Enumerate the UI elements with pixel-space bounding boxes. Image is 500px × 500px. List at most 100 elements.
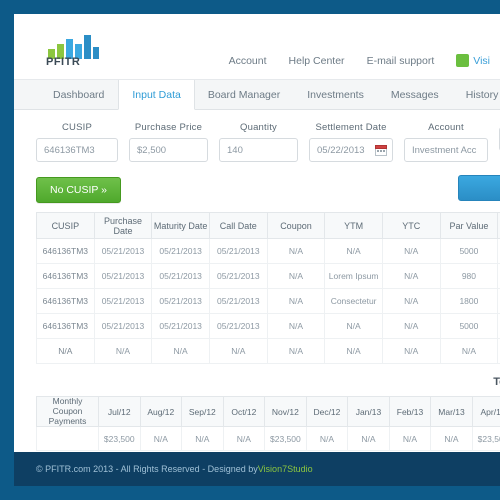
nav-email-support[interactable]: E-mail support xyxy=(367,55,435,67)
form-buttons: No CUSIP » xyxy=(14,162,500,204)
footer-brand[interactable]: Vision7Studio xyxy=(258,464,313,474)
coupon-value-row: $23,500 N/A N/A N/A $23,500 N/A N/A N/A … xyxy=(36,426,500,452)
vision-logo-icon xyxy=(456,54,470,67)
cell-coupon: N/A xyxy=(266,338,326,364)
cell-purchase-date: N/A xyxy=(93,338,153,364)
coupon-col-aug12: Aug/12 xyxy=(139,395,183,428)
cusip-input[interactable]: 646136TM3 xyxy=(36,138,118,162)
header-nav: Account Help Center E-mail support Visi xyxy=(229,54,490,67)
tab-board-manager[interactable]: Board Manager xyxy=(195,80,294,109)
cell-call-date: 05/21/2013 xyxy=(208,238,268,264)
field-label-account: Account xyxy=(428,122,464,133)
cell-purchase-date: 05/21/2013 xyxy=(93,288,153,314)
col-maturity-date[interactable]: Maturity Date xyxy=(151,212,210,239)
results-table: CUSIP Purchase Date Maturity Date Call D… xyxy=(36,212,500,364)
coupon-value: N/A xyxy=(388,426,432,452)
field-cusip: CUSIP 646136TM3 xyxy=(36,122,118,162)
tab-input-data[interactable]: Input Data xyxy=(118,80,195,110)
purchase-price-input[interactable]: $2,500 xyxy=(129,138,208,162)
cell-call-date: 05/21/2013 xyxy=(208,313,268,339)
vision-label: Visi xyxy=(473,54,490,67)
table-header-row: CUSIP Purchase Date Maturity Date Call D… xyxy=(36,212,500,239)
page-header: PFITR Account Help Center E-mail support… xyxy=(14,14,500,80)
field-label-cusip: CUSIP xyxy=(61,122,93,133)
col-par-value[interactable]: Par Value xyxy=(439,212,499,239)
col-call-date[interactable]: Call Date xyxy=(208,212,268,239)
cell-cusip: N/A xyxy=(36,338,95,364)
coupon-col-jul12: Jul/12 xyxy=(98,395,141,428)
calendar-icon[interactable] xyxy=(375,144,387,156)
coupon-value: N/A xyxy=(181,426,224,452)
cell-par-value: 5000 xyxy=(439,313,499,339)
cell-maturity-date: 05/21/2013 xyxy=(151,238,210,264)
settlement-date-input[interactable]: 05/22/2013 xyxy=(309,138,393,162)
col-ytc[interactable]: YTC xyxy=(381,212,441,239)
cell-coupon: N/A xyxy=(266,263,326,289)
col-ytm[interactable]: YTM xyxy=(324,212,383,239)
cell-cusip: 646136TM3 xyxy=(36,263,95,289)
table-row[interactable]: N/A N/A N/A N/A N/A N/A N/A N/A N/A xyxy=(36,338,500,364)
app-window: PFITR Account Help Center E-mail support… xyxy=(14,14,500,486)
cell-cusip: 646136TM3 xyxy=(36,313,95,339)
logo-text: PFITR xyxy=(46,56,81,68)
cell-purchase-date: 05/21/2013 xyxy=(93,313,153,339)
field-label-purchase-price: Purchase Price xyxy=(134,122,203,133)
table-row[interactable]: 646136TM3 05/21/2013 05/21/2013 05/21/20… xyxy=(36,263,500,289)
coupon-col-dec12: Dec/12 xyxy=(305,395,349,428)
table-row[interactable]: 646136TM3 05/21/2013 05/21/2013 05/21/20… xyxy=(36,238,500,264)
coupon-value: N/A xyxy=(305,426,349,452)
cell-maturity-date: 05/21/2013 xyxy=(151,288,210,314)
field-settlement-date: Settlement Date 05/22/2013 xyxy=(309,122,393,162)
coupon-table: Monthly Coupon Payments Jul/12 Aug/12 Se… xyxy=(36,395,500,452)
cell-ytm: N/A xyxy=(324,338,383,364)
table-row[interactable]: 646136TM3 05/21/2013 05/21/2013 05/21/20… xyxy=(36,288,500,314)
settlement-date-value: 05/22/2013 xyxy=(317,144,365,156)
footer-text: © PFITR.com 2013 - All Rights Reserved -… xyxy=(36,464,258,474)
cell-call-date: 05/21/2013 xyxy=(208,288,268,314)
coupon-value: N/A xyxy=(430,426,473,452)
cell-ytm: Lorem Ipsum xyxy=(324,263,383,289)
field-quantity: Quantity 140 xyxy=(219,122,298,162)
cell-coupon: N/A xyxy=(266,288,326,314)
cell-ytc: N/A xyxy=(381,288,441,314)
tab-investments[interactable]: Investments xyxy=(294,80,378,109)
account-input[interactable]: Investment Acc xyxy=(404,138,488,162)
submit-button[interactable] xyxy=(458,175,500,201)
cell-par-value: 980 xyxy=(439,263,499,289)
logo[interactable]: PFITR xyxy=(42,31,104,69)
tab-messages[interactable]: Messages xyxy=(378,80,453,109)
no-cusip-button[interactable]: No CUSIP » xyxy=(36,176,121,203)
coupon-col-mar13: Mar/13 xyxy=(430,395,473,428)
cell-ytc: N/A xyxy=(381,238,441,264)
quantity-input[interactable]: 140 xyxy=(219,138,298,162)
table-row[interactable]: 646136TM3 05/21/2013 05/21/2013 05/21/20… xyxy=(36,313,500,339)
coupon-col-feb13: Feb/13 xyxy=(388,395,432,428)
nav-account[interactable]: Account xyxy=(229,55,267,67)
vision-brand-link[interactable]: Visi xyxy=(456,54,490,67)
coupon-header-row: Monthly Coupon Payments Jul/12 Aug/12 Se… xyxy=(36,395,500,428)
tab-dashboard[interactable]: Dashboard xyxy=(40,80,118,109)
cell-par-value: 5000 xyxy=(439,238,499,264)
tab-history[interactable]: History xyxy=(453,80,500,109)
field-label-settlement-date: Settlement Date xyxy=(315,122,387,133)
field-label-quantity: Quantity xyxy=(240,122,277,133)
results-table-wrap: CUSIP Purchase Date Maturity Date Call D… xyxy=(14,204,500,388)
col-purchase-date[interactable]: Purchase Date xyxy=(93,212,153,239)
coupon-col-sep12: Sep/12 xyxy=(181,395,224,428)
main-tabs: Dashboard Input Data Board Manager Inves… xyxy=(14,80,500,110)
coupon-empty-cell xyxy=(36,426,99,452)
coupon-value: $23,500 xyxy=(264,426,307,452)
coupon-value: N/A xyxy=(139,426,183,452)
cell-ytc: N/A xyxy=(381,338,441,364)
field-purchase-price: Purchase Price $2,500 xyxy=(129,122,208,162)
nav-help-center[interactable]: Help Center xyxy=(289,55,345,67)
coupon-col-nov12: Nov/12 xyxy=(264,395,307,428)
cell-cusip: 646136TM3 xyxy=(36,238,95,264)
col-coupon[interactable]: Coupon xyxy=(266,212,326,239)
coupon-value: N/A xyxy=(347,426,390,452)
table-body: 646136TM3 05/21/2013 05/21/2013 05/21/20… xyxy=(36,238,500,364)
coupon-col-apr13: Apr/13 xyxy=(471,395,500,428)
cell-purchase-date: 05/21/2013 xyxy=(93,238,153,264)
col-cusip[interactable]: CUSIP xyxy=(36,212,95,239)
cell-par-value: N/A xyxy=(439,338,499,364)
